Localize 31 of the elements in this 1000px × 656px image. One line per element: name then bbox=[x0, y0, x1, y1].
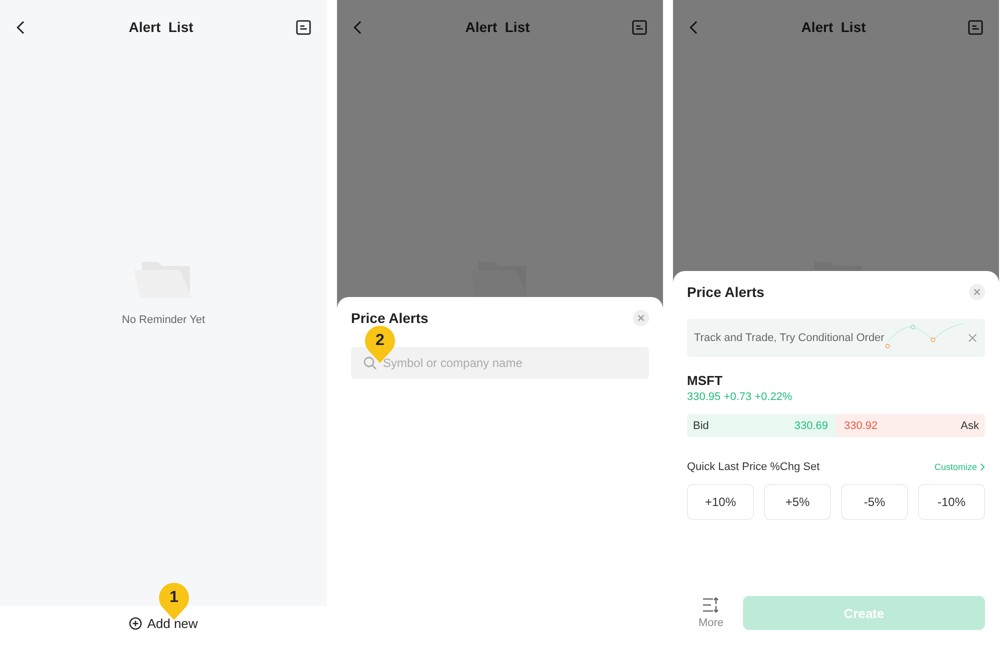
page-title: Alert List bbox=[465, 19, 530, 35]
sheet-title: Price Alerts bbox=[687, 284, 764, 300]
close-icon[interactable] bbox=[633, 310, 649, 326]
search-field[interactable]: Symbol or company name bbox=[351, 347, 649, 379]
list-sort-icon bbox=[702, 597, 720, 613]
back-icon[interactable] bbox=[16, 18, 26, 36]
stock-symbol: MSFT bbox=[687, 373, 724, 388]
chevron-icon bbox=[980, 463, 985, 471]
empty-message: No Reminder Yet bbox=[122, 314, 206, 326]
percent-option[interactable]: -10% bbox=[918, 484, 985, 520]
ask-label: Ask bbox=[960, 420, 979, 432]
price-change: 330.95 +0.73 +0.22% bbox=[687, 391, 794, 403]
plus-circle-icon bbox=[129, 617, 142, 630]
close-icon[interactable] bbox=[968, 333, 977, 343]
close-icon[interactable] bbox=[969, 284, 985, 300]
percent-option[interactable]: -5% bbox=[841, 484, 908, 520]
banner-text: Track and Trade, Try Conditional Order bbox=[694, 332, 884, 344]
document-icon[interactable] bbox=[296, 20, 311, 34]
search-input[interactable]: Symbol or company name bbox=[383, 356, 637, 370]
ask-price: 330.92 bbox=[844, 420, 878, 432]
bid-label: Bid bbox=[693, 420, 709, 432]
sheet-title: Price Alerts bbox=[351, 310, 428, 326]
percent-option[interactable]: +10% bbox=[687, 484, 754, 520]
page-title: Alert List bbox=[128, 19, 194, 35]
section-label: Quick Last Price %Chg Set bbox=[687, 461, 820, 473]
bid-price: 330.69 bbox=[794, 420, 828, 432]
promo-banner[interactable]: Track and Trade, Try Conditional Order bbox=[687, 319, 985, 357]
search-icon bbox=[363, 356, 377, 370]
percent-option[interactable]: +5% bbox=[764, 484, 831, 520]
page-title: Alert List bbox=[801, 19, 866, 35]
more-button[interactable]: More bbox=[693, 597, 729, 629]
